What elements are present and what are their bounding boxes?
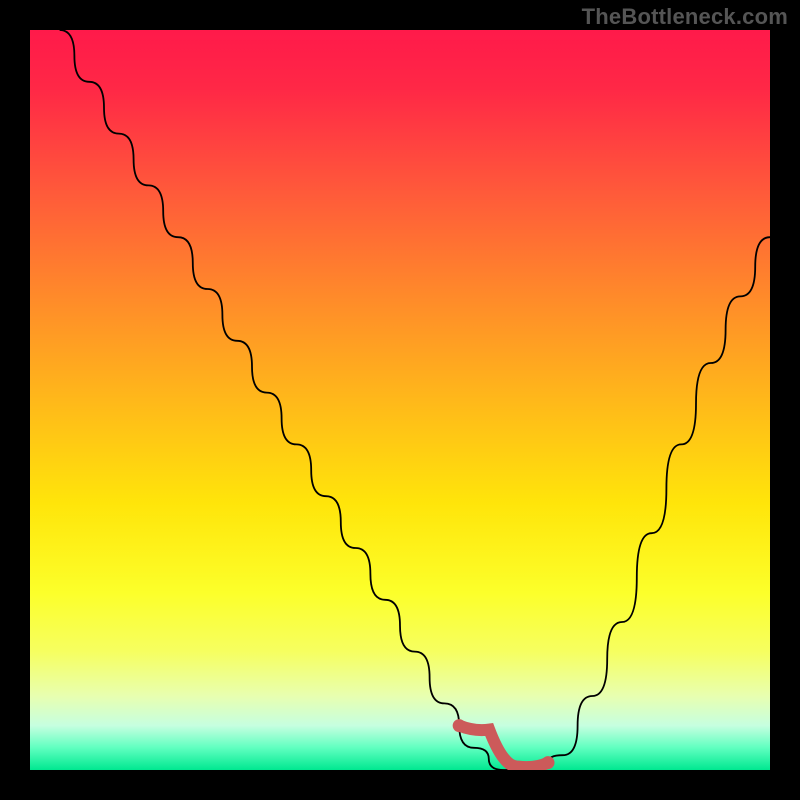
optimal-endpoint-left: [453, 719, 466, 732]
chart-container: TheBottleneck.com: [0, 0, 800, 800]
bottleneck-curve: [60, 30, 770, 770]
watermark-text: TheBottleneck.com: [582, 4, 788, 30]
curve-svg: [30, 30, 770, 770]
optimal-segment: [459, 726, 548, 768]
optimal-endpoint-right: [542, 756, 555, 769]
plot-area: [30, 30, 770, 770]
